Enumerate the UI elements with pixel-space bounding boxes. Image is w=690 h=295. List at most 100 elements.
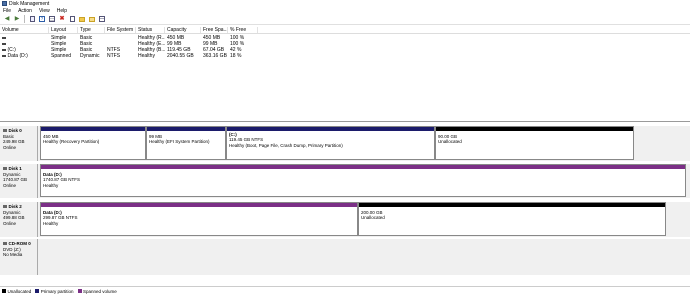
- volume-list-button[interactable]: [98, 15, 106, 23]
- volume-row[interactable]: Data (D:) Spanned Dynamic NTFS Healthy 2…: [0, 53, 690, 59]
- disk-status: Online: [3, 220, 17, 226]
- partition-bar: [359, 203, 665, 207]
- help-icon: ?: [39, 15, 45, 22]
- forward-icon[interactable]: ▶: [13, 15, 21, 23]
- menu-file[interactable]: File: [3, 8, 11, 14]
- disk-icon: [3, 129, 7, 133]
- partition-unallocated[interactable]: 90.00 GB Unallocated: [435, 126, 634, 160]
- volume-free: 363.16 GB: [203, 53, 227, 59]
- partition-status: Healthy (Boot, Page File, Crash Dump, Pr…: [229, 142, 343, 148]
- properties-sheet-button[interactable]: [68, 15, 76, 23]
- legend-label: Unallocated: [7, 288, 32, 294]
- volume-name: [0, 37, 49, 39]
- disk-label[interactable]: Disk 1 Dynamic 1740.87 GB Online: [0, 164, 38, 198]
- open-folder-button[interactable]: [78, 15, 86, 23]
- partition-status: Unallocated: [361, 215, 385, 221]
- disk-label[interactable]: CD-ROM 0 DVD (Z:) No Media: [0, 239, 38, 275]
- legend-swatch: [2, 289, 6, 293]
- disk-management-app-icon: [2, 1, 7, 6]
- partition-status: Healthy (EFI System Partition): [149, 139, 210, 145]
- col-volume[interactable]: Volume: [0, 27, 49, 33]
- partition-c[interactable]: (C:) 119.45 GB NTFS Healthy (Boot, Page …: [226, 126, 435, 160]
- explore-folder-button[interactable]: [88, 15, 96, 23]
- partition-status: Healthy: [43, 220, 59, 226]
- menu-view[interactable]: View: [39, 8, 50, 14]
- partition-recovery[interactable]: 450 MB Healthy (Recovery Partition): [40, 126, 146, 160]
- partition-efi[interactable]: 99 MB Healthy (EFI System Partition): [146, 126, 226, 160]
- partition-unallocated[interactable]: 200.00 GB Unallocated: [358, 202, 666, 236]
- disk-status: Online: [3, 182, 17, 188]
- partition-bar: [436, 127, 633, 131]
- partition-bar: [147, 127, 225, 131]
- help-button[interactable]: ?: [38, 15, 46, 23]
- disk-label[interactable]: Disk 2 Dynamic 499.88 GB Online: [0, 202, 38, 237]
- legend-label: Primary partition: [40, 288, 74, 294]
- legend-swatch: [77, 289, 82, 293]
- disk-status: No Media: [3, 252, 23, 258]
- legend-swatch: [35, 289, 40, 293]
- partition-data-d[interactable]: Data (D:) 299.87 GB NTFS Healthy: [40, 202, 358, 236]
- properties-button[interactable]: [28, 15, 36, 23]
- toolbar: ◀ ▶ ? ✖: [0, 14, 690, 25]
- disk-name: Disk 0: [8, 128, 22, 133]
- disk-0[interactable]: Disk 0 Basic 249.98 GB Online 450 MB Hea…: [0, 126, 690, 161]
- col-layout[interactable]: Layout: [49, 27, 78, 33]
- partition-status: Healthy: [43, 182, 59, 188]
- volume-percent-free: 18 %: [230, 53, 242, 59]
- disk-label[interactable]: Disk 0 Basic 249.98 GB Online: [0, 126, 38, 161]
- disk-list-icon: [49, 16, 55, 22]
- toolbar-separator: [24, 15, 25, 23]
- partition-bar: [227, 127, 434, 131]
- menu-bar: File Action View Help: [0, 7, 690, 14]
- window-title: Disk Management: [9, 0, 50, 7]
- col-capacity[interactable]: Capacity: [165, 27, 201, 33]
- disk-2[interactable]: Disk 2 Dynamic 499.88 GB Online Data (D:…: [0, 202, 690, 237]
- properties-icon: [29, 16, 35, 22]
- volume-status: Healthy: [138, 53, 155, 59]
- menu-help[interactable]: Help: [57, 8, 67, 14]
- disk-name: CD-ROM 0: [8, 241, 31, 246]
- col-status[interactable]: Status: [136, 27, 165, 33]
- volume-name: Data (D:): [0, 53, 49, 59]
- volume-name: [0, 43, 49, 45]
- legend-item-primary: Primary partition: [35, 288, 74, 294]
- legend-item-unallocated: Unallocated: [2, 289, 31, 294]
- partition-status: Healthy (Recovery Partition): [43, 139, 100, 145]
- partition-data-d[interactable]: Data (D:) 1740.87 GB NTFS Healthy: [40, 164, 686, 197]
- dvd-drive-icon: [3, 242, 7, 246]
- disk-graphical-pane: Disk 0 Basic 249.98 GB Online 450 MB Hea…: [0, 121, 690, 281]
- partition-bar: [41, 127, 145, 131]
- disk-icon: [3, 167, 7, 171]
- col-percent-free[interactable]: % Free: [228, 27, 258, 33]
- disk-name: Disk 1: [8, 166, 22, 171]
- disk-icon: [3, 205, 7, 209]
- explore-folder-icon: [89, 16, 95, 22]
- partition-bar: [41, 165, 685, 169]
- cd-rom-0[interactable]: CD-ROM 0 DVD (Z:) No Media: [0, 239, 690, 275]
- back-icon[interactable]: ◀: [3, 15, 11, 23]
- disk-1[interactable]: Disk 1 Dynamic 1740.87 GB Online Data (D…: [0, 164, 690, 198]
- disk-name: Disk 2: [8, 204, 22, 209]
- col-file-system[interactable]: File System: [105, 27, 136, 33]
- col-type[interactable]: Type: [78, 27, 105, 33]
- volume-fs: NTFS: [107, 53, 121, 59]
- legend-item-spanned: Spanned volume: [77, 288, 117, 294]
- legend-label: Spanned volume: [83, 288, 117, 294]
- partition-bar: [41, 203, 357, 207]
- volume-type: Dynamic: [80, 53, 100, 59]
- volume-list-icon: [99, 16, 105, 22]
- volume-layout: Spanned: [51, 53, 72, 59]
- volume-capacity: 2040.55 GB: [167, 53, 194, 59]
- volume-icon: [2, 49, 6, 51]
- delete-icon[interactable]: ✖: [58, 15, 66, 23]
- disk-list-button[interactable]: [48, 15, 56, 23]
- volume-icon: [2, 43, 6, 45]
- disk-status: Online: [3, 144, 17, 150]
- volume-list-header: Volume Layout Type File System Status Ca…: [0, 27, 690, 34]
- properties-sheet-icon: [69, 16, 75, 22]
- legend: Unallocated Primary partition Spanned vo…: [0, 286, 690, 295]
- open-folder-icon: [79, 16, 85, 22]
- col-free-space[interactable]: Free Spa...: [201, 27, 228, 33]
- title-bar: Disk Management: [0, 0, 690, 7]
- menu-action[interactable]: Action: [18, 8, 32, 14]
